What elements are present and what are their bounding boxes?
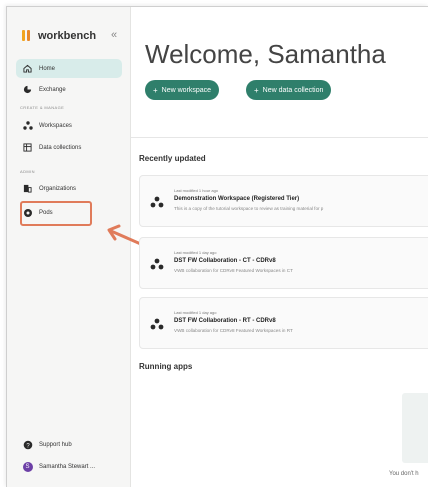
home-icon bbox=[22, 63, 33, 74]
plus-icon: + bbox=[254, 85, 259, 95]
sidebar-item-label: Data collections bbox=[39, 144, 82, 151]
card-description: VWB collaboration for CDRv8 Featured Wor… bbox=[174, 268, 293, 273]
sidebar-item-organizations[interactable]: Organizations bbox=[16, 179, 122, 198]
page-title: Welcome, Samantha bbox=[145, 39, 386, 69]
new-data-collection-button[interactable]: + New data collection bbox=[246, 80, 332, 100]
section-label-create-manage: CREATE & MANAGE bbox=[20, 105, 65, 110]
organizations-icon bbox=[22, 183, 33, 194]
avatar-wrapper: S bbox=[22, 461, 33, 472]
workspace-card[interactable]: Last modified 1 day ago DST FW Collabora… bbox=[139, 237, 428, 289]
empty-state-text: You don't h bbox=[389, 471, 419, 477]
workspace-icon bbox=[150, 196, 164, 208]
card-title: DST FW Collaboration - CT - CDRv8 bbox=[174, 258, 276, 264]
sidebar-item-label: Exchange bbox=[39, 86, 66, 93]
card-title: Demonstration Workspace (Registered Tier… bbox=[174, 196, 300, 202]
workspaces-icon bbox=[22, 120, 33, 131]
sidebar-item-label: Support hub bbox=[39, 441, 72, 448]
workspace-icon bbox=[150, 318, 164, 330]
section-label-admin: ADMIN bbox=[20, 169, 35, 174]
brand-name: workbench bbox=[38, 30, 97, 42]
sidebar-item-user[interactable]: S Samantha Stewart ... bbox=[16, 457, 122, 476]
empty-state-illustration bbox=[402, 393, 428, 463]
new-workspace-label: New workspace bbox=[161, 86, 212, 94]
workspace-card[interactable]: Last modified 1 hour ago Demonstration W… bbox=[139, 175, 428, 227]
sidebar-item-exchange[interactable]: Exchange bbox=[16, 80, 122, 99]
sidebar-item-support-hub[interactable]: ? Support hub bbox=[16, 435, 122, 454]
card-description: VWB collaboration for CDRv8 Featured Wor… bbox=[174, 328, 293, 333]
exchange-icon bbox=[22, 84, 33, 95]
sidebar-item-label: Organizations bbox=[39, 185, 77, 192]
user-name: Samantha Stewart ... bbox=[39, 463, 96, 470]
sidebar-item-label: Home bbox=[39, 65, 56, 72]
card-modified: Last modified 1 hour ago bbox=[174, 188, 219, 193]
brand-logo-icon bbox=[20, 29, 34, 43]
sidebar-item-home[interactable]: Home bbox=[16, 59, 122, 78]
pods-highlight-box bbox=[20, 201, 92, 226]
card-modified: Last modified 1 day ago bbox=[174, 310, 217, 315]
sidebar-item-workspaces[interactable]: Workspaces bbox=[16, 116, 122, 135]
plus-icon: + bbox=[153, 85, 158, 95]
avatar: S bbox=[22, 461, 33, 472]
collapse-sidebar-icon[interactable]: « bbox=[111, 29, 117, 41]
data-collections-icon bbox=[22, 142, 33, 153]
card-title: DST FW Collaboration - RT - CDRv8 bbox=[174, 318, 276, 324]
divider bbox=[131, 137, 428, 138]
workspace-card[interactable]: Last modified 1 day ago DST FW Collabora… bbox=[139, 297, 428, 349]
sidebar-item-label: Workspaces bbox=[39, 122, 72, 129]
new-workspace-button[interactable]: + New workspace bbox=[145, 80, 220, 100]
main-content: Welcome, Samantha + New workspace + New … bbox=[131, 7, 428, 487]
workspace-icon bbox=[150, 258, 164, 270]
running-apps-heading: Running apps bbox=[139, 362, 193, 371]
app-window: workbench « Home Exchange CREATE & MANAG… bbox=[6, 6, 428, 487]
card-modified: Last modified 1 day ago bbox=[174, 250, 217, 255]
new-data-collection-label: New data collection bbox=[262, 86, 324, 94]
recently-updated-heading: Recently updated bbox=[139, 154, 206, 163]
help-icon: ? bbox=[22, 439, 33, 450]
sidebar-item-data-collections[interactable]: Data collections bbox=[16, 138, 122, 157]
brand[interactable]: workbench bbox=[20, 29, 96, 43]
card-description: This is a copy of the tutorial workspace… bbox=[174, 206, 324, 211]
